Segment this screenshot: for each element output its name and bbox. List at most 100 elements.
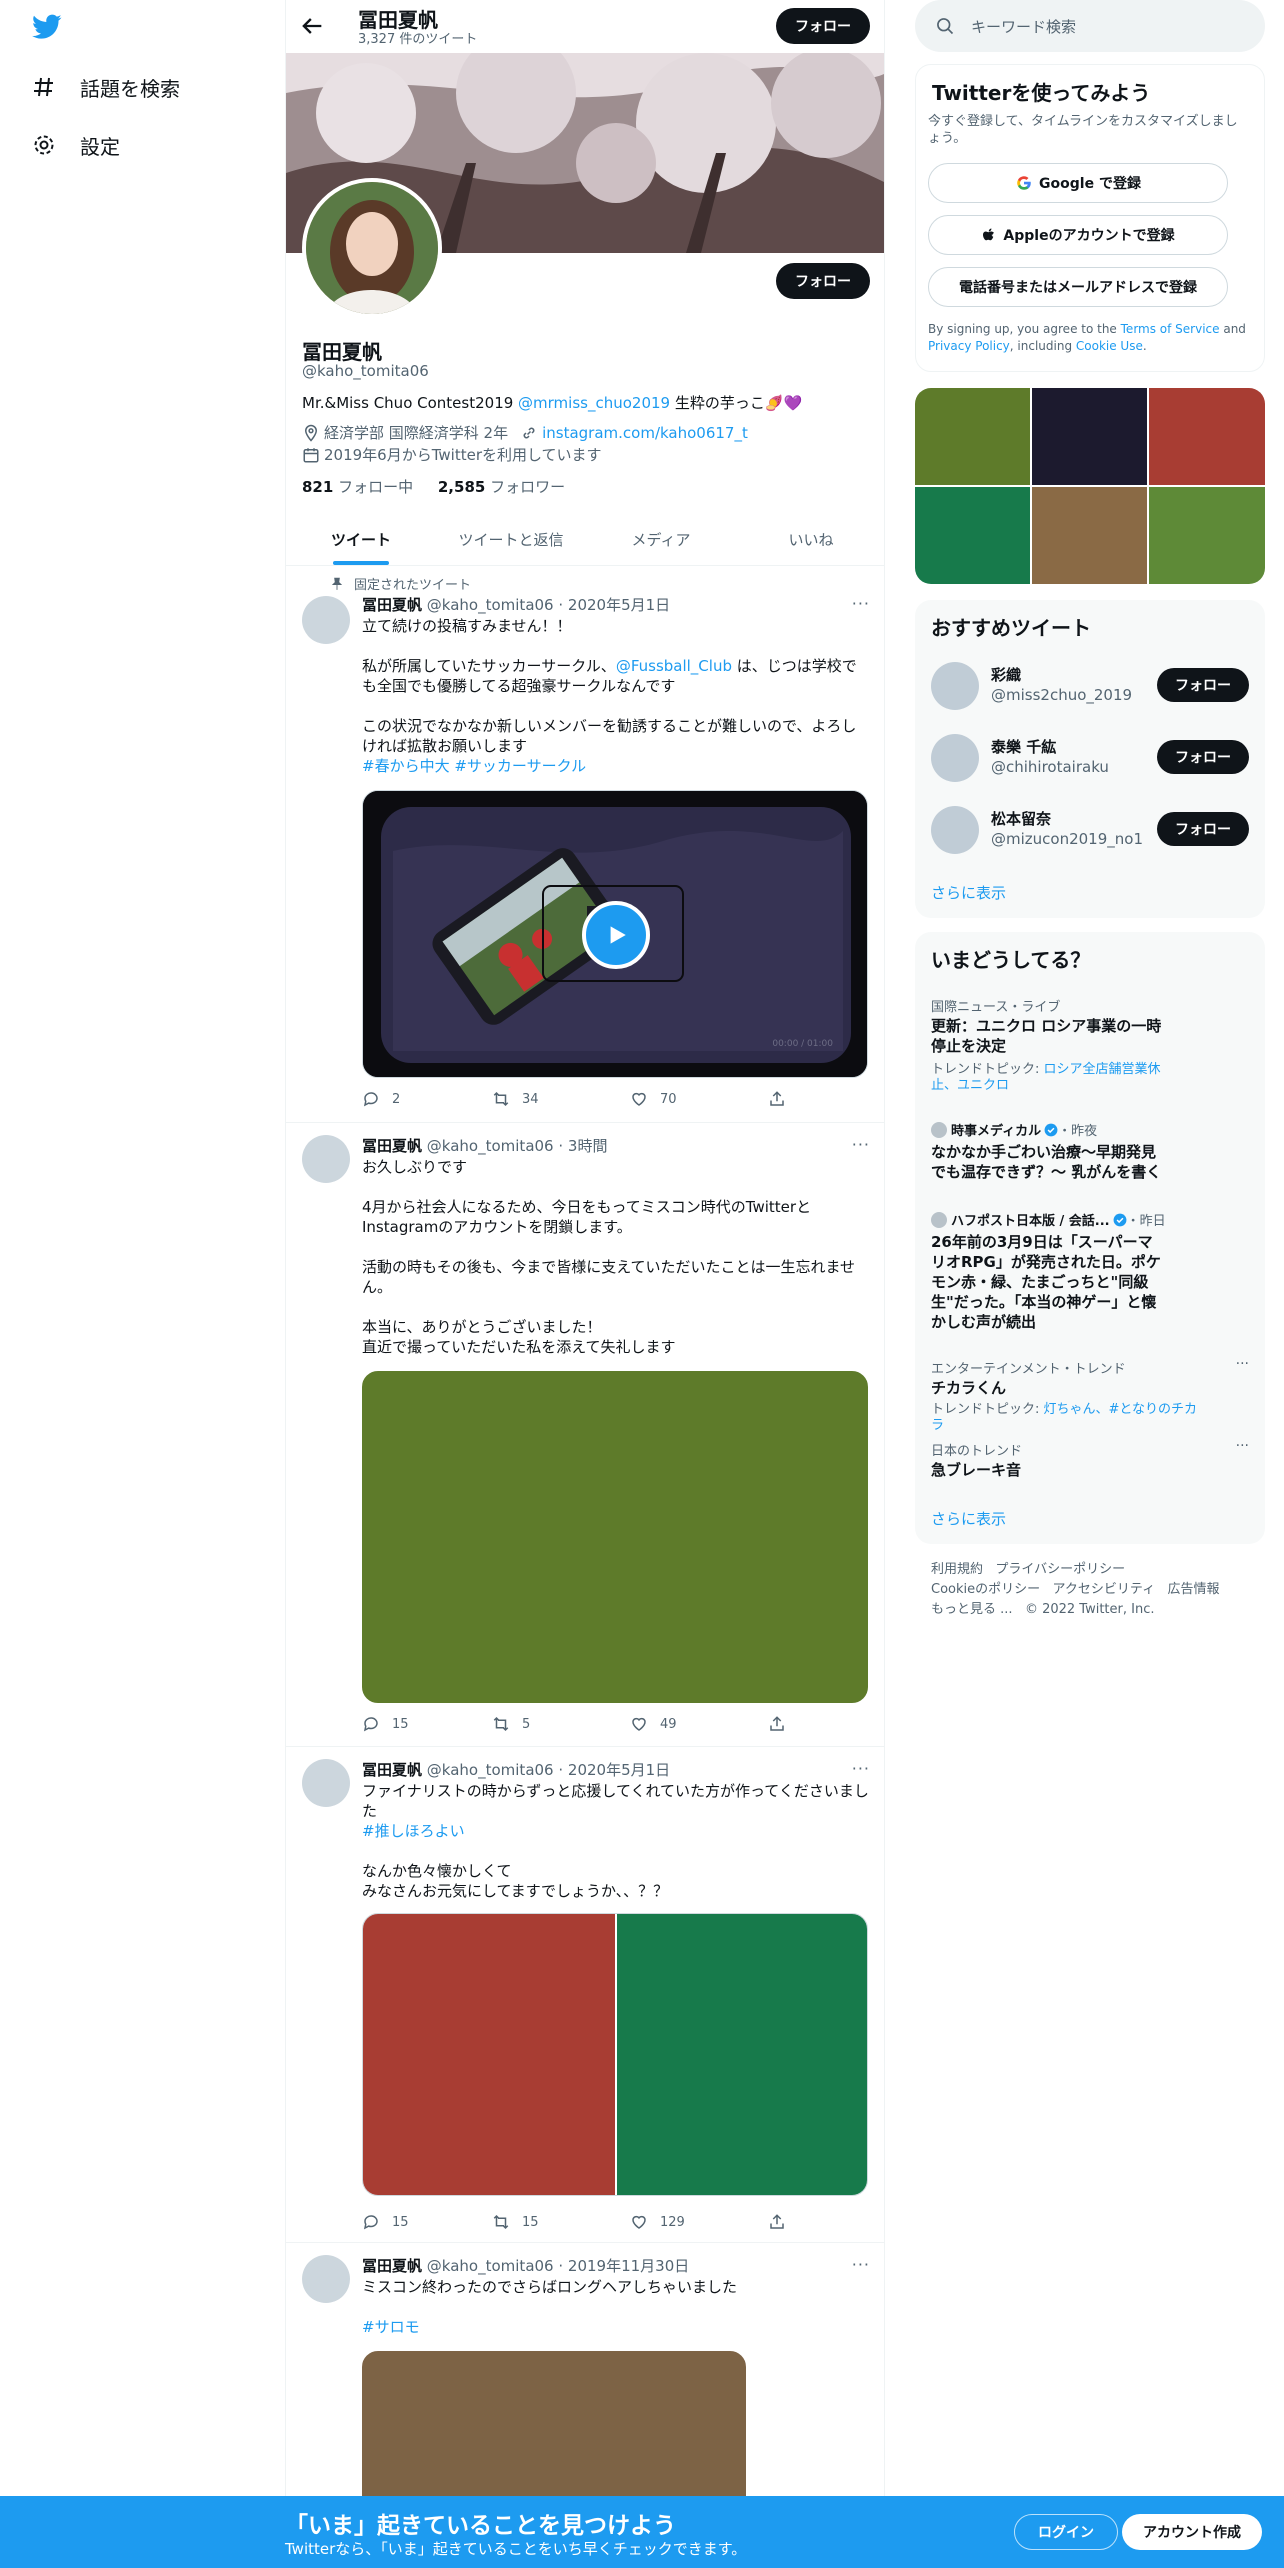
play-button-icon[interactable] bbox=[582, 901, 650, 969]
trend-more-icon[interactable]: ··· bbox=[1236, 1438, 1249, 1454]
footer-terms-link[interactable]: 利用規約 bbox=[931, 1562, 983, 1577]
tweet-avatar[interactable] bbox=[302, 1759, 350, 1807]
profile-follow-button[interactable]: フォロー bbox=[776, 263, 870, 299]
share-button[interactable] bbox=[768, 1090, 798, 1108]
rec-follow-button[interactable]: フォロー bbox=[1157, 668, 1249, 702]
tweet-avatar[interactable] bbox=[302, 2255, 350, 2303]
like-button[interactable]: 49 bbox=[630, 1715, 677, 1733]
tweet[interactable]: 冨田夏帆 @kaho_tomita06 · 3時間 ··· お久しぶりです 4月… bbox=[286, 1123, 884, 1747]
user-avatar[interactable] bbox=[931, 734, 979, 782]
media-thumbnail[interactable] bbox=[1149, 388, 1265, 485]
main-column: 冨田夏帆 3,327 件のツイート フォロー フォロー 冨田夏帆 @kaho_t… bbox=[285, 0, 885, 2568]
following-link[interactable]: 821 フォロー中 bbox=[302, 478, 413, 496]
tweet-line: 直近で撮っていただいた私を添えて失礼します bbox=[362, 1338, 676, 1356]
search-input[interactable]: キーワード検索 bbox=[915, 0, 1265, 52]
tweet-image-left[interactable] bbox=[363, 1914, 615, 2195]
hashtag-link[interactable]: #推しほろよい bbox=[362, 1822, 465, 1840]
like-button[interactable]: 70 bbox=[630, 1090, 677, 1108]
user-avatar[interactable] bbox=[931, 662, 979, 710]
tweet[interactable]: 冨田夏帆 @kaho_tomita06 · 2020年5月1日 ··· ファイナ… bbox=[286, 1747, 884, 2243]
back-arrow-icon[interactable] bbox=[298, 12, 326, 40]
reply-button[interactable]: 15 bbox=[362, 2213, 409, 2231]
tweet-author-name[interactable]: 冨田夏帆 bbox=[362, 1761, 422, 1779]
pinned-label: 固定されたツイート bbox=[354, 578, 472, 593]
terms-link[interactable]: Terms of Service bbox=[1121, 322, 1220, 336]
profile-link[interactable]: instagram.com/kaho0617_t bbox=[542, 424, 748, 442]
retweet-button[interactable]: 15 bbox=[492, 2213, 539, 2231]
tweet-video[interactable]: 00:00 / 01:00 bbox=[362, 790, 868, 1078]
hashtag-link[interactable]: #春から中大 #サッカーサークル bbox=[362, 757, 586, 775]
retweet-button[interactable]: 5 bbox=[492, 1715, 530, 1733]
rec-user-name[interactable]: 泰樂 千紘 bbox=[991, 736, 1056, 757]
tweet-line: 立て続けの投稿すみません！！ bbox=[362, 617, 572, 635]
nav-settings[interactable]: 設定 bbox=[32, 120, 120, 170]
tweet-mention-link[interactable]: @Fussball_Club bbox=[616, 657, 732, 675]
footer-cookie-link[interactable]: Cookieのポリシー bbox=[931, 1582, 1040, 1597]
footer-ads-link[interactable]: 広告情報 bbox=[1168, 1582, 1220, 1597]
like-button[interactable]: 129 bbox=[630, 2213, 685, 2231]
reply-button[interactable]: 15 bbox=[362, 1715, 409, 1733]
rec-user-name[interactable]: 松本留奈 bbox=[991, 808, 1051, 829]
following-count: 821 bbox=[302, 478, 334, 496]
profile-avatar[interactable] bbox=[302, 178, 442, 318]
tweet-pinned[interactable]: 固定されたツイート 冨田夏帆 @kaho_tomita06 · 2020年5月1… bbox=[286, 566, 884, 1123]
tweet-line: 活動の時もその後も、今まで皆様に支えていただいたことは一生忘れません。 bbox=[362, 1258, 856, 1296]
header-follow-button[interactable]: フォロー bbox=[776, 8, 870, 44]
rec-follow-button[interactable]: フォロー bbox=[1157, 740, 1249, 774]
tweet-image[interactable] bbox=[362, 1371, 868, 1703]
trend-time: ・昨日 bbox=[1126, 1214, 1166, 1229]
tweet-avatar[interactable] bbox=[302, 1135, 350, 1183]
cookie-link[interactable]: Cookie Use bbox=[1076, 339, 1143, 353]
more-options-icon[interactable]: ··· bbox=[852, 2255, 870, 2274]
share-button[interactable] bbox=[768, 1715, 798, 1733]
rec-follow-button[interactable]: フォロー bbox=[1157, 812, 1249, 846]
trends-show-more-link[interactable]: さらに表示 bbox=[931, 1508, 1006, 1529]
media-thumbnail[interactable] bbox=[1149, 487, 1265, 584]
footer-privacy-link[interactable]: プライバシーポリシー bbox=[995, 1562, 1125, 1577]
footer-accessibility-link[interactable]: アクセシビリティ bbox=[1053, 1582, 1156, 1597]
bio-mention-link[interactable]: @mrmiss_chuo2019 bbox=[518, 394, 670, 412]
trend-more-icon[interactable]: ··· bbox=[1236, 1356, 1249, 1372]
media-thumbnail[interactable] bbox=[915, 487, 1030, 584]
tweet-meta: @kaho_tomita06 · 2020年5月1日 bbox=[426, 596, 671, 614]
more-options-icon[interactable]: ··· bbox=[852, 1759, 870, 1778]
rec-user-name[interactable]: 彩織 bbox=[991, 664, 1021, 685]
google-signup-button[interactable]: Google で登録 bbox=[928, 163, 1228, 203]
tab-tweets[interactable]: ツイート bbox=[286, 513, 436, 565]
recommend-show-more-link[interactable]: さらに表示 bbox=[931, 882, 1006, 903]
tab-media[interactable]: メディア bbox=[586, 513, 736, 565]
profile-joined: 2019年6月からTwitterを利用しています bbox=[324, 446, 602, 464]
apple-signup-button[interactable]: Appleのアカウントで登録 bbox=[928, 215, 1228, 255]
footer-more-link[interactable]: もっと見る ... bbox=[931, 1602, 1013, 1617]
reply-button[interactable]: 2 bbox=[362, 1090, 400, 1108]
phone-signup-button[interactable]: 電話番号またはメールアドレスで登録 bbox=[928, 267, 1228, 307]
tweet-blank bbox=[362, 636, 870, 656]
tweet-avatar[interactable] bbox=[302, 596, 350, 644]
login-button[interactable]: ログイン bbox=[1014, 2514, 1118, 2550]
more-options-icon[interactable]: ··· bbox=[852, 1135, 870, 1154]
twitter-logo-icon[interactable] bbox=[32, 14, 62, 44]
tweet-author-name[interactable]: 冨田夏帆 bbox=[362, 2257, 422, 2275]
footer-row: 利用規約 プライバシーポリシー bbox=[931, 1560, 1261, 1580]
privacy-link[interactable]: Privacy Policy bbox=[928, 339, 1010, 353]
hashtag-link[interactable]: #サロモ bbox=[362, 2318, 420, 2336]
tweet-author-name[interactable]: 冨田夏帆 bbox=[362, 1137, 422, 1155]
share-button[interactable] bbox=[768, 2213, 798, 2231]
retweet-button[interactable]: 34 bbox=[492, 1090, 539, 1108]
followers-link[interactable]: 2,585 フォロワー bbox=[438, 478, 565, 496]
trend-category: 日本のトレンド bbox=[931, 1444, 1023, 1459]
nav-explore[interactable]: 話題を検索 bbox=[32, 62, 180, 112]
media-thumbnail[interactable] bbox=[1032, 388, 1147, 485]
tweet-author-name[interactable]: 冨田夏帆 bbox=[362, 596, 422, 614]
media-thumbnail[interactable] bbox=[1032, 487, 1147, 584]
tab-likes[interactable]: いいね bbox=[736, 513, 884, 565]
tweet-line: なんか色々懐かしくて bbox=[362, 1862, 512, 1880]
create-account-button[interactable]: アカウント作成 bbox=[1122, 2514, 1262, 2550]
tweet-image-right[interactable] bbox=[617, 1914, 867, 2195]
media-thumbnail[interactable] bbox=[915, 388, 1030, 485]
gear-icon bbox=[34, 135, 54, 155]
more-options-icon[interactable]: ··· bbox=[852, 594, 870, 613]
user-avatar[interactable] bbox=[931, 806, 979, 854]
tab-tweets-replies[interactable]: ツイートと返信 bbox=[436, 513, 586, 565]
followers-count: 2,585 bbox=[437, 478, 486, 496]
